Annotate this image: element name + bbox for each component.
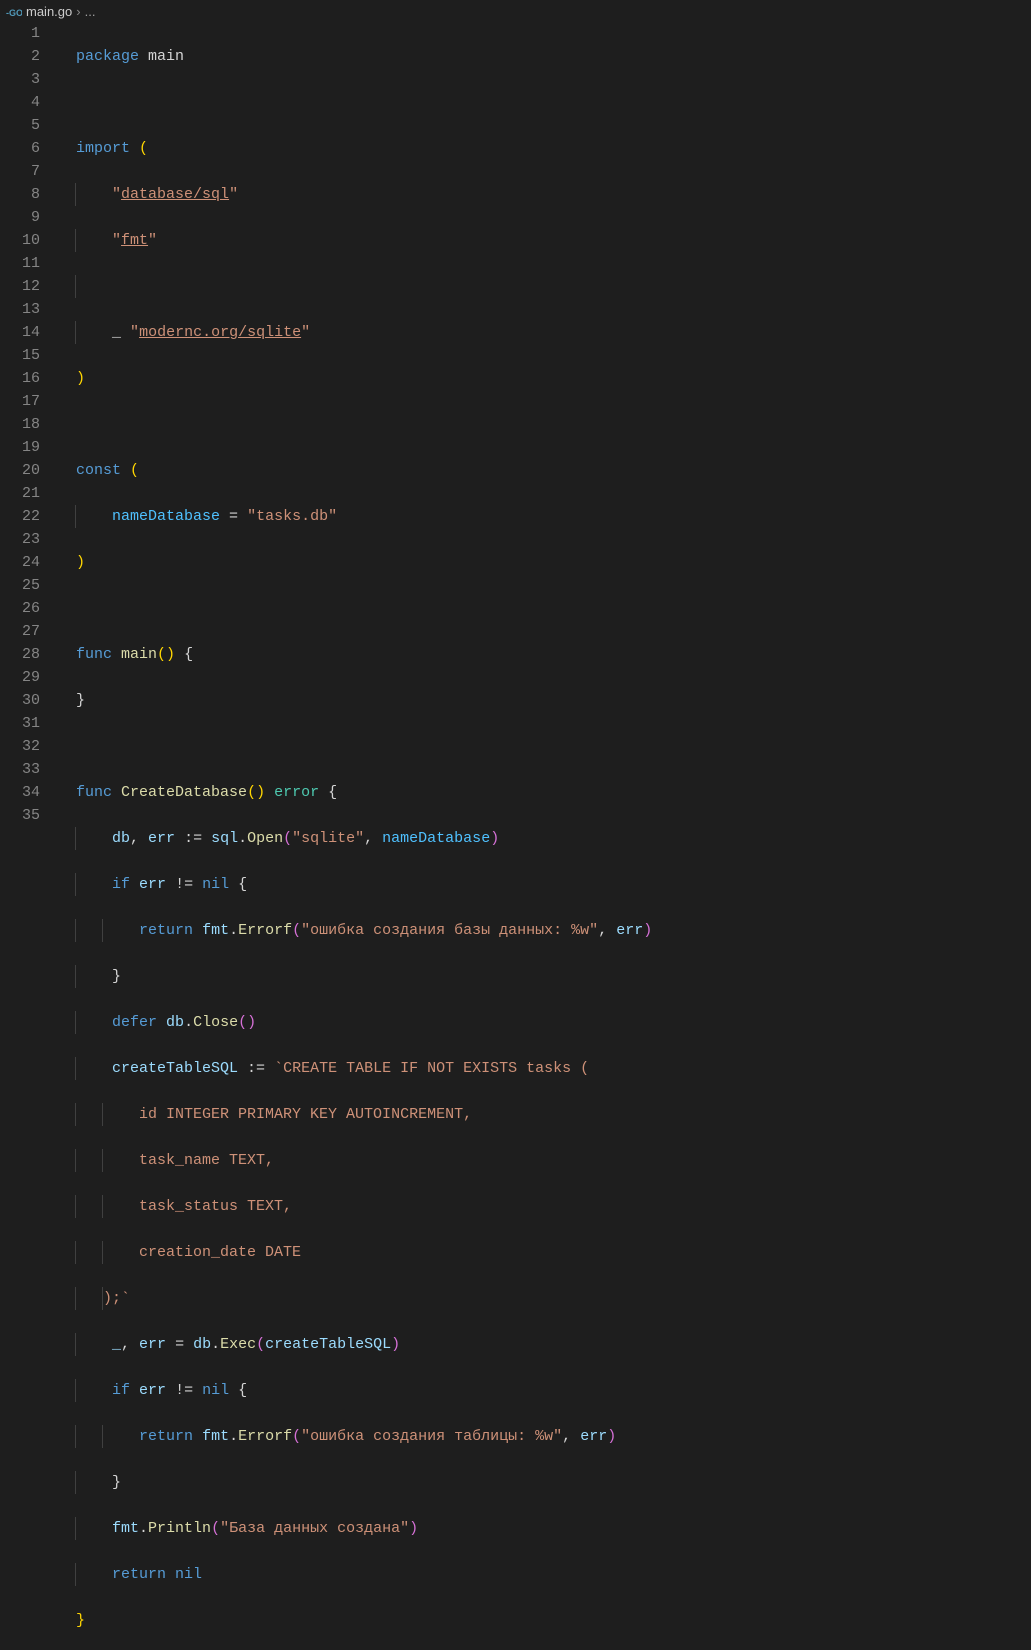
code-line[interactable]: task_name TEXT, [76, 1149, 652, 1172]
line-number: 30 [0, 689, 40, 712]
code-line[interactable]: ) [76, 367, 652, 390]
line-number: 7 [0, 160, 40, 183]
line-number: 11 [0, 252, 40, 275]
code-line[interactable]: } [76, 965, 652, 988]
line-number: 8 [0, 183, 40, 206]
code-line[interactable]: "database/sql" [76, 183, 652, 206]
code-line[interactable]: _ "modernc.org/sqlite" [76, 321, 652, 344]
code-line[interactable]: return nil [76, 1563, 652, 1586]
code-editor[interactable]: 1 2 3 4 5 6 7 8 9 10 11 12 13 14 15 16 1… [0, 22, 1031, 1650]
line-number: 31 [0, 712, 40, 735]
code-line[interactable]: createTableSQL := `CREATE TABLE IF NOT E… [76, 1057, 652, 1080]
line-number: 29 [0, 666, 40, 689]
line-number: 12 [0, 275, 40, 298]
go-file-icon: -GO [6, 4, 22, 20]
code-line[interactable]: import ( [76, 137, 652, 160]
code-line[interactable]: defer db.Close() [76, 1011, 652, 1034]
breadcrumb-dots[interactable]: ... [85, 4, 96, 19]
line-number: 23 [0, 528, 40, 551]
code-line[interactable]: ) [76, 551, 652, 574]
code-line[interactable] [76, 275, 652, 298]
line-number: 32 [0, 735, 40, 758]
code-line[interactable]: if err != nil { [76, 1379, 652, 1402]
breadcrumb-separator: › [76, 4, 80, 19]
line-number: 21 [0, 482, 40, 505]
line-number: 9 [0, 206, 40, 229]
code-line[interactable] [76, 413, 652, 436]
line-number: 35 [0, 804, 40, 827]
code-line[interactable]: return fmt.Errorf("ошибка создания базы … [76, 919, 652, 942]
code-line[interactable] [76, 735, 652, 758]
code-line[interactable]: const ( [76, 459, 652, 482]
code-line[interactable]: func CreateDatabase() error { [76, 781, 652, 804]
code-line[interactable]: } [76, 689, 652, 712]
code-line[interactable] [76, 597, 652, 620]
line-number: 10 [0, 229, 40, 252]
code-line[interactable]: nameDatabase = "tasks.db" [76, 505, 652, 528]
line-number: 5 [0, 114, 40, 137]
code-line[interactable]: func main() { [76, 643, 652, 666]
code-line[interactable]: return fmt.Errorf("ошибка создания табли… [76, 1425, 652, 1448]
code-line[interactable]: db, err := sql.Open("sqlite", nameDataba… [76, 827, 652, 850]
line-number: 1 [0, 22, 40, 45]
line-number: 4 [0, 91, 40, 114]
line-number: 24 [0, 551, 40, 574]
line-number: 20 [0, 459, 40, 482]
code-content[interactable]: package main import ( "database/sql" "fm… [58, 22, 652, 1650]
code-line[interactable]: creation_date DATE [76, 1241, 652, 1264]
code-line[interactable]: if err != nil { [76, 873, 652, 896]
code-line[interactable]: } [76, 1471, 652, 1494]
breadcrumb[interactable]: -GO main.go › ... [0, 0, 1031, 22]
line-number: 2 [0, 45, 40, 68]
line-number: 28 [0, 643, 40, 666]
code-line[interactable] [76, 91, 652, 114]
line-number: 6 [0, 137, 40, 160]
line-number: 25 [0, 574, 40, 597]
line-number: 33 [0, 758, 40, 781]
breadcrumb-filename[interactable]: main.go [26, 4, 72, 19]
line-number: 15 [0, 344, 40, 367]
code-line[interactable]: id INTEGER PRIMARY KEY AUTOINCREMENT, [76, 1103, 652, 1126]
code-line[interactable]: package main [76, 45, 652, 68]
code-line[interactable]: } [76, 1609, 652, 1632]
code-line[interactable]: _, err = db.Exec(createTableSQL) [76, 1333, 652, 1356]
line-number: 3 [0, 68, 40, 91]
code-line[interactable]: );` [76, 1287, 652, 1310]
code-line[interactable]: task_status TEXT, [76, 1195, 652, 1218]
line-number: 26 [0, 597, 40, 620]
line-number: 13 [0, 298, 40, 321]
code-line[interactable]: fmt.Println("База данных создана") [76, 1517, 652, 1540]
svg-text:-GO: -GO [6, 8, 22, 18]
line-number-gutter: 1 2 3 4 5 6 7 8 9 10 11 12 13 14 15 16 1… [0, 22, 58, 1650]
line-number: 19 [0, 436, 40, 459]
line-number: 34 [0, 781, 40, 804]
line-number: 16 [0, 367, 40, 390]
line-number: 17 [0, 390, 40, 413]
code-line[interactable]: "fmt" [76, 229, 652, 252]
line-number: 22 [0, 505, 40, 528]
line-number: 18 [0, 413, 40, 436]
line-number: 14 [0, 321, 40, 344]
line-number: 27 [0, 620, 40, 643]
